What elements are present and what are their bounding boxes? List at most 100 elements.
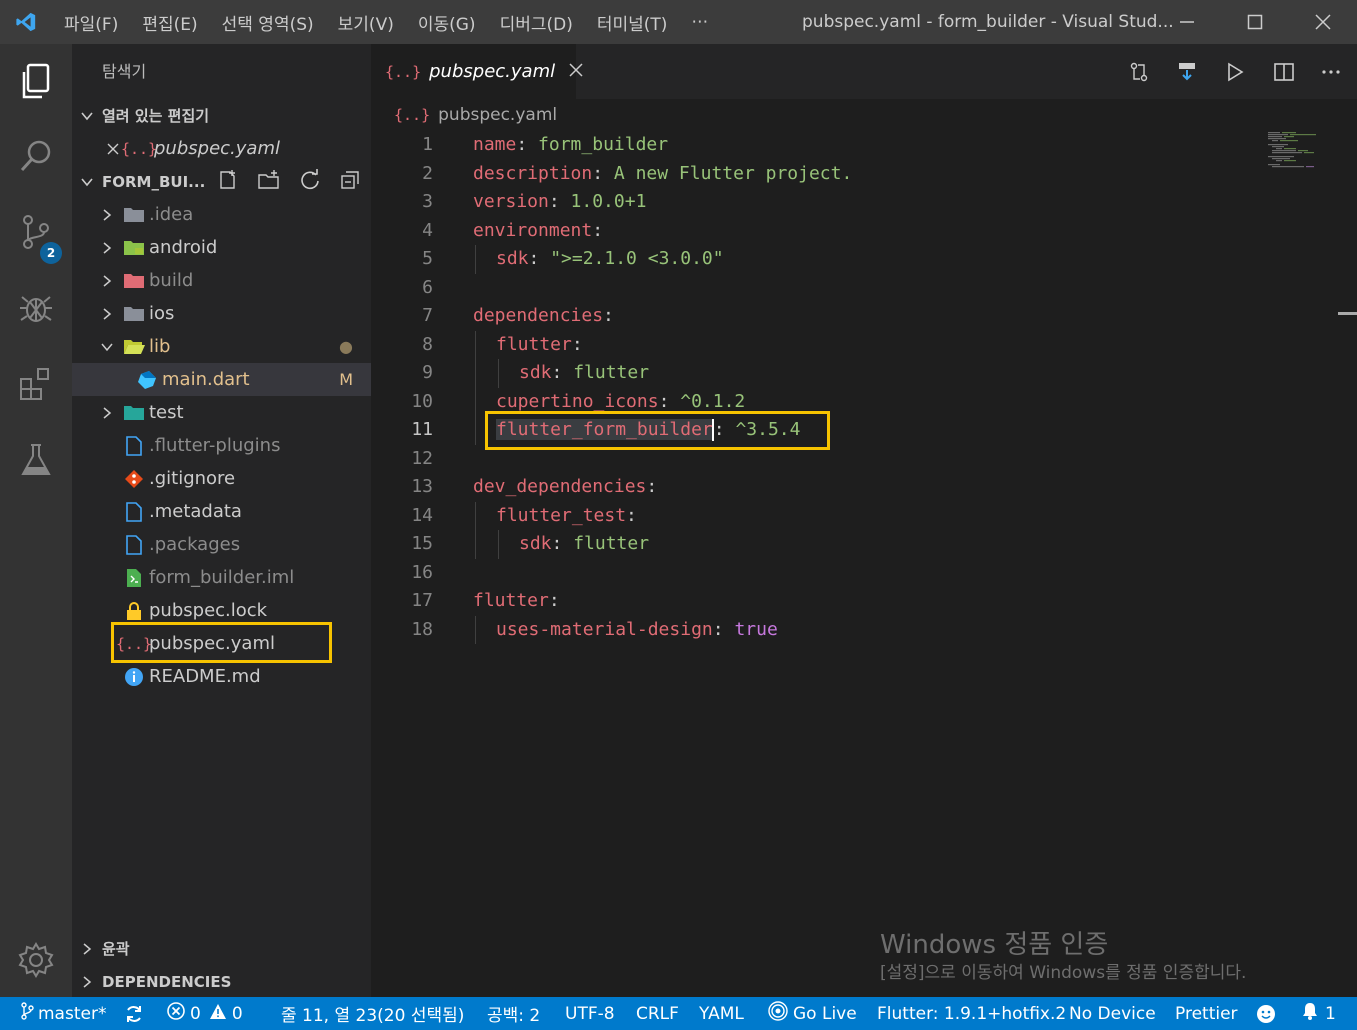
problems-item[interactable]: 0 0 — [167, 997, 243, 1030]
tree-item-flutter-plugins[interactable]: .flutter-plugins — [72, 429, 371, 462]
search-icon[interactable] — [0, 120, 72, 192]
line-ending[interactable]: CRLF — [636, 997, 679, 1030]
new-folder-icon[interactable] — [257, 169, 281, 195]
close-window-button[interactable] — [1300, 0, 1346, 44]
run-icon[interactable] — [1222, 60, 1248, 84]
chevron-right-icon — [95, 241, 119, 255]
menu-edit[interactable]: 편집(E) — [130, 10, 209, 35]
language-mode[interactable]: YAML — [699, 997, 744, 1030]
code-line[interactable]: 2 description: A new Flutter project. — [371, 160, 1357, 189]
minimize-button[interactable] — [1164, 0, 1210, 44]
code-line[interactable]: 8 flutter: — [371, 330, 1357, 359]
code-line[interactable]: 18 uses-material-design: true — [371, 615, 1357, 644]
tree-item-iml[interactable]: form_builder.iml — [72, 561, 371, 594]
tab-pubspec-yaml[interactable]: {..} pubspec.yaml — [371, 44, 583, 99]
tree-item-android[interactable]: android — [72, 231, 371, 264]
testing-flask-icon[interactable] — [0, 424, 72, 496]
breadcrumb[interactable]: {..} pubspec.yaml — [394, 100, 557, 130]
code-line[interactable]: 4 environment: — [371, 217, 1357, 246]
encoding[interactable]: UTF-8 — [565, 997, 615, 1030]
indent-guide — [498, 530, 499, 559]
tree-item-metadata[interactable]: .metadata — [72, 495, 371, 528]
menu-go[interactable]: 이동(G) — [406, 10, 488, 35]
open-changes-icon[interactable] — [1126, 60, 1152, 84]
tree-item-ios[interactable]: ios — [72, 297, 371, 330]
code-line[interactable]: 16 — [371, 559, 1357, 588]
cursor-position[interactable]: 줄 11, 열 23(20 선택됨) — [281, 997, 464, 1030]
settings-gear-icon[interactable] — [0, 924, 72, 996]
outline-header[interactable]: 윤곽 — [72, 932, 371, 965]
indent-guide — [475, 530, 476, 559]
code-line[interactable]: 9 sdk: flutter — [371, 359, 1357, 388]
download-icon[interactable] — [1174, 60, 1200, 84]
device-selector[interactable]: No Device — [1069, 997, 1156, 1030]
more-actions-icon[interactable] — [1318, 60, 1344, 84]
sync-icon[interactable] — [124, 997, 144, 1030]
feedback-smiley-icon[interactable] — [1256, 997, 1276, 1030]
tree-item-lib[interactable]: lib ● — [72, 330, 371, 363]
open-editor-item[interactable]: {..} pubspec.yaml — [72, 132, 371, 165]
menu-file[interactable]: 파일(F) — [52, 10, 130, 35]
prettier-item[interactable]: Prettier — [1175, 997, 1238, 1030]
code-text: sdk: ">=2.1.0 <3.0.0" — [496, 245, 724, 274]
source-control-icon[interactable]: 2 — [0, 196, 72, 268]
tree-item-test[interactable]: test — [72, 396, 371, 429]
code-editor[interactable]: 1 name: form_builder 2 description: A new F… — [371, 131, 1357, 644]
warning-icon — [209, 1003, 227, 1025]
build-folder-icon — [119, 272, 149, 290]
extensions-icon[interactable] — [0, 348, 72, 420]
go-live-item[interactable]: Go Live — [768, 997, 857, 1030]
explorer-icon[interactable] — [0, 46, 72, 118]
line-number: 1 — [422, 134, 433, 155]
flutter-version[interactable]: Flutter: 1.9.1+hotfix.2 — [877, 997, 1066, 1030]
code-line[interactable]: 17 flutter: — [371, 587, 1357, 616]
refresh-icon[interactable] — [299, 168, 321, 195]
git-branch-item[interactable]: master* — [20, 997, 106, 1030]
code-line[interactable]: 1 name: form_builder — [371, 131, 1357, 160]
tree-item-build[interactable]: build — [72, 264, 371, 297]
new-file-icon[interactable] — [217, 169, 239, 195]
code-text: environment: — [473, 217, 603, 246]
notifications-item[interactable]: 1 — [1301, 997, 1336, 1030]
scrollbar-marker[interactable] — [1338, 312, 1357, 315]
menu-terminal[interactable]: 터미널(T) — [585, 10, 680, 35]
menu-view[interactable]: 보기(V) — [326, 10, 406, 35]
tree-item-idea[interactable]: .idea — [72, 198, 371, 231]
code-line[interactable]: 15 sdk: flutter — [371, 530, 1357, 559]
tree-item-readme[interactable]: README.md — [72, 660, 371, 693]
minimap[interactable] — [1266, 130, 1336, 170]
folder-header[interactable]: FORM_BUI... — [72, 165, 371, 198]
scm-badge: 2 — [40, 242, 62, 264]
split-editor-icon[interactable] — [1271, 60, 1297, 84]
close-tab-icon[interactable] — [569, 61, 583, 82]
menu-selection[interactable]: 선택 영역(S) — [210, 10, 326, 35]
code-line[interactable]: 5 sdk: ">=2.1.0 <3.0.0" — [371, 245, 1357, 274]
code-line[interactable]: 3 version: 1.0.0+1 — [371, 188, 1357, 217]
tree-item-gitignore[interactable]: .gitignore — [72, 462, 371, 495]
menu-more[interactable]: ⋯ — [679, 12, 720, 32]
menu-debug[interactable]: 디버그(D) — [488, 10, 585, 35]
collapse-all-icon[interactable] — [339, 169, 361, 195]
editor-tab-bar: {..} pubspec.yaml — [371, 44, 1357, 99]
dependencies-header[interactable]: DEPENDENCIES — [72, 965, 371, 997]
code-line[interactable]: 7 dependencies: — [371, 302, 1357, 331]
open-editors-header[interactable]: 열려 있는 편집기 — [72, 99, 371, 132]
code-line[interactable]: 14 flutter_test: — [371, 501, 1357, 530]
maximize-button[interactable] — [1232, 0, 1278, 44]
tree-item-main-dart[interactable]: main.dart M — [72, 363, 371, 396]
explorer-highlight-box — [111, 622, 332, 663]
code-line[interactable]: 6 — [371, 274, 1357, 303]
indentation[interactable]: 공백: 2 — [487, 997, 540, 1030]
yaml-key: sdk — [496, 248, 529, 269]
yaml-key: name — [473, 134, 517, 155]
tree-item-packages[interactable]: .packages — [72, 528, 371, 561]
yaml-key: environment — [473, 219, 593, 241]
yaml-key: version — [473, 191, 549, 212]
breadcrumb-file[interactable]: pubspec.yaml — [438, 105, 557, 125]
test-folder-icon — [119, 404, 149, 422]
code-text: sdk: flutter — [519, 359, 649, 388]
debug-icon[interactable] — [0, 272, 72, 344]
yaml-colon: : — [516, 134, 528, 155]
line-number: 11 — [411, 419, 433, 440]
code-line[interactable]: 13 dev_dependencies: — [371, 473, 1357, 502]
